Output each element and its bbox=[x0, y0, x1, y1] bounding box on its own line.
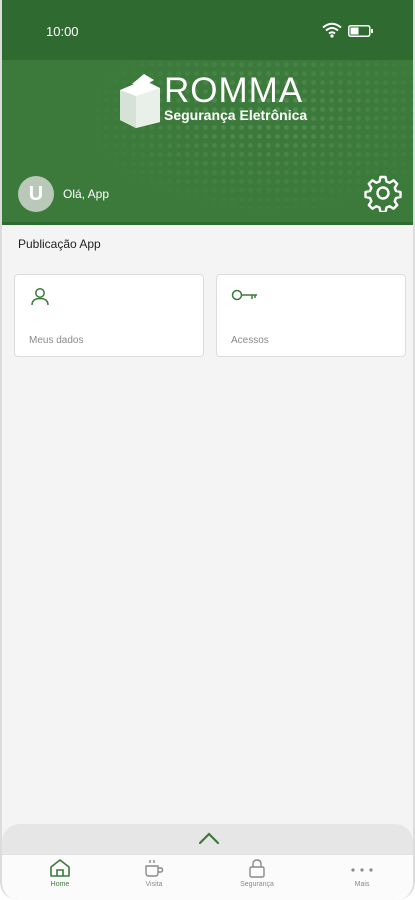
tab-label: Mais bbox=[354, 881, 370, 888]
key-icon bbox=[231, 289, 257, 301]
tab-home[interactable]: Home bbox=[25, 858, 95, 898]
chevron-up-icon[interactable] bbox=[198, 831, 220, 845]
avatar[interactable]: U bbox=[18, 176, 54, 212]
app-screen: 10:00 ROMMA Segurança Eletrônica U Olá, … bbox=[0, 0, 415, 900]
tab-seguranca[interactable]: Segurança bbox=[222, 858, 292, 898]
battery-icon bbox=[348, 25, 373, 37]
card-label: Acessos bbox=[231, 335, 269, 346]
more-dots-icon bbox=[351, 868, 373, 872]
lock-icon bbox=[249, 859, 265, 878]
tab-label: Home bbox=[50, 881, 70, 888]
tab-label: Visita bbox=[145, 881, 163, 888]
status-bar: 10:00 bbox=[2, 0, 413, 60]
card-meus-dados[interactable]: Meus dados bbox=[14, 274, 204, 357]
card-acessos[interactable]: Acessos bbox=[216, 274, 406, 357]
clock: 10:00 bbox=[46, 24, 79, 39]
gear-icon[interactable] bbox=[364, 174, 402, 212]
user-icon bbox=[31, 288, 49, 306]
section-title: Publicação App bbox=[18, 237, 101, 251]
home-icon bbox=[50, 859, 70, 877]
card-label: Meus dados bbox=[29, 335, 84, 346]
brand-tagline: Segurança Eletrônica bbox=[164, 107, 308, 123]
tab-mais[interactable]: Mais bbox=[327, 858, 397, 898]
coffee-cup-icon bbox=[145, 860, 164, 877]
tab-visita[interactable]: Visita bbox=[119, 858, 189, 898]
tab-label: Segurança bbox=[240, 881, 274, 888]
brand-name: ROMMA bbox=[164, 71, 304, 110]
greeting-text: Olá, App bbox=[63, 187, 110, 201]
wifi-icon bbox=[322, 22, 342, 38]
header: 10:00 ROMMA Segurança Eletrônica U Olá, … bbox=[2, 0, 413, 225]
